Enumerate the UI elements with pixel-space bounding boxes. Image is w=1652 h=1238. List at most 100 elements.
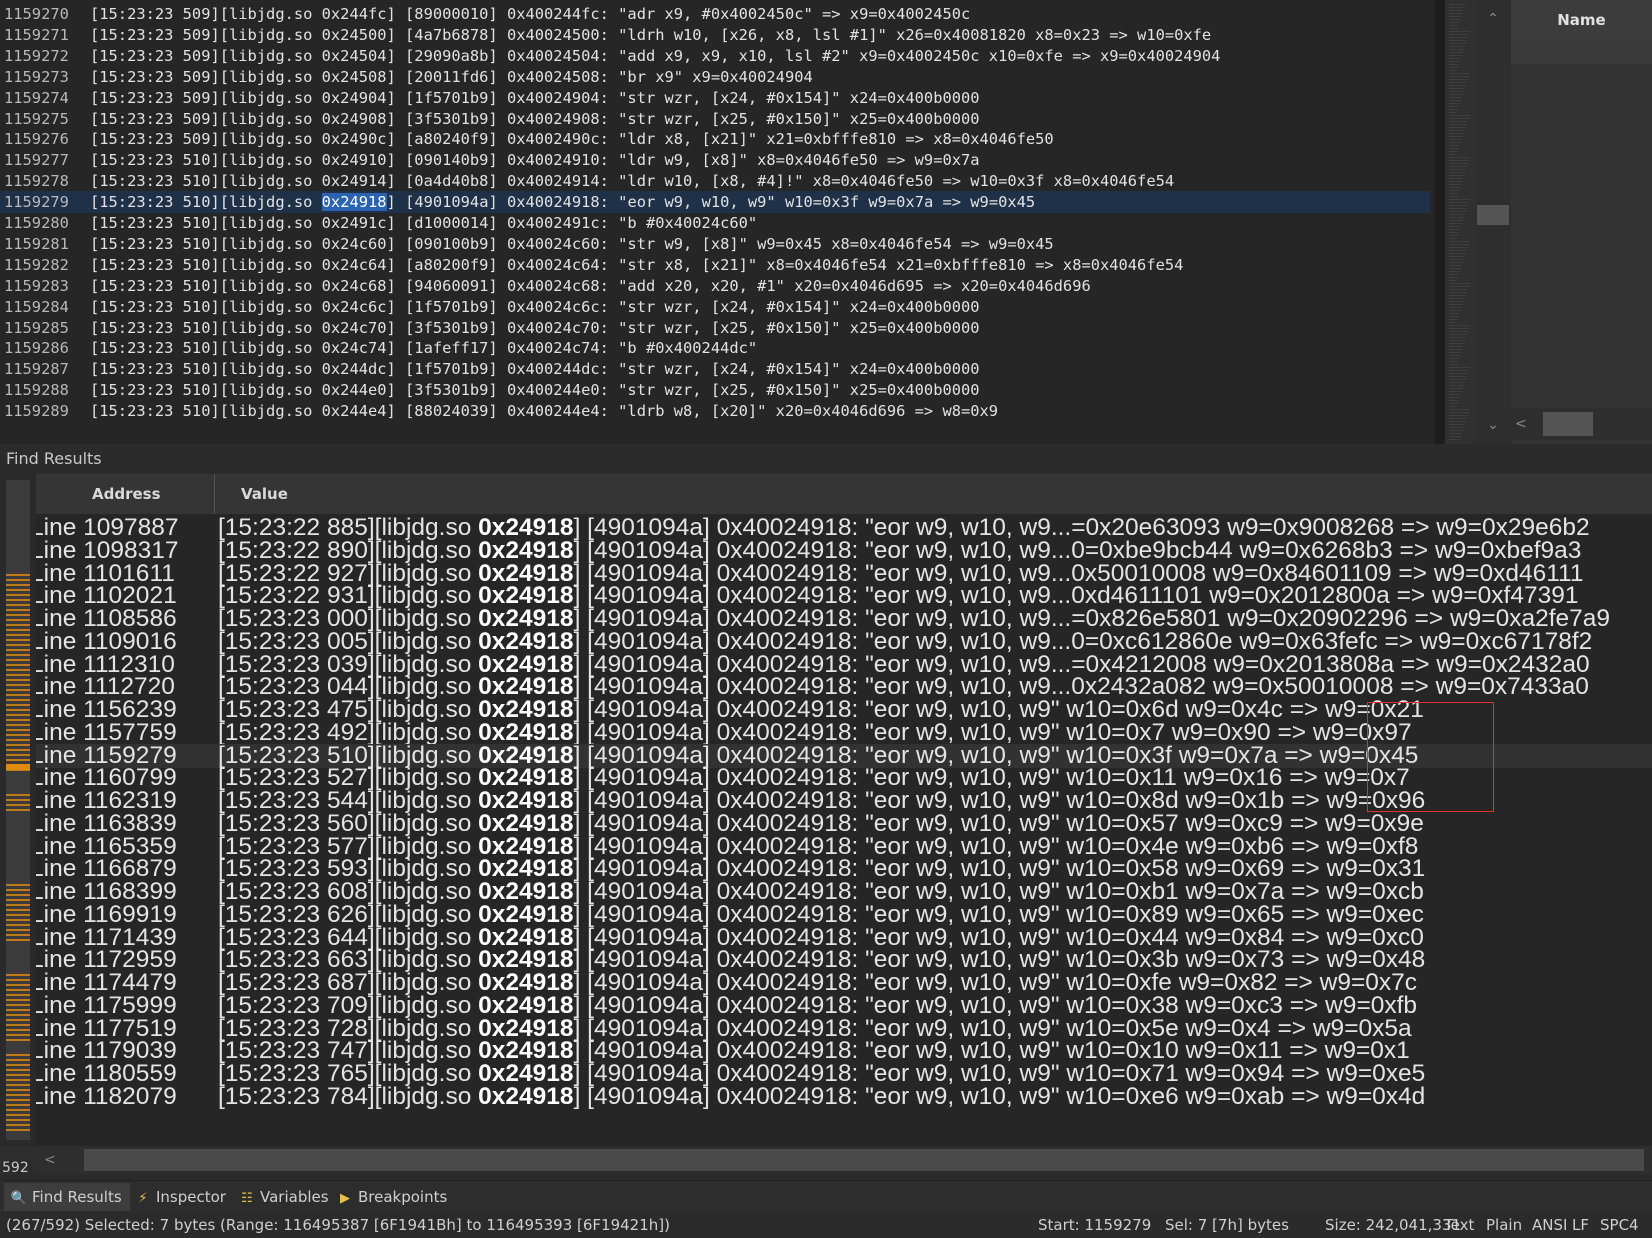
name-column-header[interactable]: Name [1511, 0, 1652, 41]
editor-line[interactable]: 1159282 [15:23:23 510][libjdg.so 0x24c64]… [0, 254, 1430, 276]
result-row[interactable]: Line 1160799 [15:23:23 527][libjdg.so 0x2… [36, 766, 1652, 790]
result-row[interactable]: Line 1112720 [15:23:23 044][libjdg.so 0x2… [36, 675, 1652, 699]
minimap-stripe [1449, 283, 1470, 284]
scrollbar-thumb[interactable] [84, 1149, 1644, 1171]
result-value: [15:23:23 608][libjdg.so 0x24918] [49010… [218, 880, 1424, 904]
line-text: [15:23:23 509][libjdg.so 0x24500] [4a7b6… [90, 25, 1212, 44]
minimap-stripe [1449, 103, 1460, 104]
scroll-down-icon[interactable]: ⌄ [1475, 410, 1511, 440]
editor-line[interactable]: 1159287 [15:23:23 510][libjdg.so 0x244dc]… [0, 358, 1430, 380]
minimap-stripe [1449, 139, 1462, 140]
editor-line[interactable]: 1159281 [15:23:23 510][libjdg.so 0x24c60]… [0, 233, 1430, 255]
result-row[interactable]: Line 1101611 [15:23:22 927][libjdg.so 0x2… [36, 562, 1652, 586]
scroll-up-icon[interactable]: ⌃ [1475, 4, 1511, 34]
result-value: [15:23:23 005][libjdg.so 0x24918] [49010… [218, 630, 1592, 654]
minimap-stripe [1449, 85, 1466, 86]
result-row[interactable]: Line 1180559 [15:23:23 765][libjdg.so 0x2… [36, 1062, 1652, 1086]
results-hscrollbar[interactable]: < [0, 1146, 1652, 1174]
hex-text-editor[interactable]: 1159270 [15:23:23 509][libjdg.so 0x244fc]… [0, 0, 1445, 444]
line-text: [15:23:23 510][libjdg.so 0x24914] [0a4d4… [90, 172, 1175, 191]
editor-line[interactable]: 1159279 [15:23:23 510][libjdg.so 0x24918]… [0, 191, 1430, 214]
results-overview-gutter[interactable] [0, 474, 36, 1146]
scroll-left-icon[interactable]: < [1515, 408, 1535, 440]
value-suffix: ] [4901094a] 0x40024918: "eor w9, w10, w… [573, 834, 1419, 859]
result-row[interactable]: Line 1112310 [15:23:23 039][libjdg.so 0x2… [36, 653, 1652, 677]
result-row[interactable]: Line 1166879 [15:23:23 593][libjdg.so 0x2… [36, 857, 1652, 881]
result-row[interactable]: Line 1162319 [15:23:23 544][libjdg.so 0x2… [36, 789, 1652, 813]
editor-splitter[interactable] [1435, 0, 1445, 444]
editor-line[interactable]: 1159280 [15:23:23 510][libjdg.so 0x2491c]… [0, 212, 1430, 234]
result-row[interactable]: Line 1171439 [15:23:23 644][libjdg.so 0x2… [36, 926, 1652, 950]
address-column-header[interactable]: Address [92, 474, 161, 514]
editor-line[interactable]: 1159283 [15:23:23 510][libjdg.so 0x24c68]… [0, 275, 1430, 297]
match-marker [6, 989, 30, 991]
scrollbar-thumb[interactable] [1543, 412, 1593, 436]
scrollbar-thumb[interactable] [1477, 205, 1509, 225]
result-row[interactable]: Line 1169919 [15:23:23 626][libjdg.so 0x2… [36, 903, 1652, 927]
result-row[interactable]: Line 1159279 [15:23:23 510][libjdg.so 0x2… [36, 743, 1652, 768]
match-marker [6, 634, 30, 636]
text-format[interactable]: Plain [1486, 1212, 1522, 1238]
editor-line[interactable]: 1159277 [15:23:23 510][libjdg.so 0x24910]… [0, 149, 1430, 171]
editor-line[interactable]: 1159284 [15:23:23 510][libjdg.so 0x24c6c]… [0, 296, 1430, 318]
result-row[interactable]: Line 1165359 [15:23:23 577][libjdg.so 0x2… [36, 835, 1652, 859]
minimap[interactable] [1445, 0, 1475, 444]
match-marker [6, 999, 30, 1001]
editor-line[interactable]: 1159276 [15:23:23 509][libjdg.so 0x2490c]… [0, 128, 1430, 150]
value-suffix: ] [4901094a] 0x40024918: "eor w9, w10, w… [573, 720, 1412, 745]
result-row[interactable]: Line 1175999 [15:23:23 709][libjdg.so 0x2… [36, 994, 1652, 1018]
name-panel-hscrollbar[interactable]: < [1511, 408, 1652, 440]
result-row[interactable]: Line 1179039 [15:23:23 747][libjdg.so 0x2… [36, 1039, 1652, 1063]
result-row[interactable]: Line 1168399 [15:23:23 608][libjdg.so 0x2… [36, 880, 1652, 904]
match-marker [6, 1014, 30, 1016]
scroll-left-icon[interactable]: < [44, 1146, 64, 1174]
editor-line[interactable]: 1159272 [15:23:23 509][libjdg.so 0x24504]… [0, 45, 1430, 67]
match-marker [6, 619, 30, 621]
editor-line[interactable]: 1159275 [15:23:23 509][libjdg.so 0x24908]… [0, 108, 1430, 130]
tab-variables[interactable]: ☷ Variables [232, 1183, 337, 1211]
tab-setting[interactable]: SPC4 [1600, 1212, 1639, 1238]
result-row[interactable]: Line 1098317 [15:23:22 890][libjdg.so 0x2… [36, 539, 1652, 563]
minimap-stripe [1449, 391, 1462, 392]
result-row[interactable]: Line 1177519 [15:23:23 728][libjdg.so 0x2… [36, 1017, 1652, 1041]
result-address: Line 1175999 [36, 993, 177, 1018]
view-mode[interactable]: Text [1444, 1212, 1474, 1238]
match-marker [6, 929, 30, 931]
result-row[interactable]: Line 1163839 [15:23:23 560][libjdg.so 0x2… [36, 812, 1652, 836]
tab-find-results[interactable]: 🔍 Find Results [4, 1183, 130, 1211]
line-ending[interactable]: LF [1572, 1212, 1589, 1238]
tab-inspector[interactable]: ⚡ Inspector [128, 1183, 234, 1211]
encoding[interactable]: ANSI [1532, 1212, 1567, 1238]
match-text: 0x24918 [478, 720, 574, 745]
value-column-header[interactable]: Value [241, 474, 288, 514]
result-row[interactable]: Line 1172959 [15:23:23 663][libjdg.so 0x2… [36, 948, 1652, 972]
result-row[interactable]: Line 1182079 [15:23:23 784][libjdg.so 0x2… [36, 1085, 1652, 1109]
value-suffix: ] [4901094a] 0x40024918: "eor w9, w10, w… [573, 857, 1426, 882]
editor-line[interactable]: 1159274 [15:23:23 509][libjdg.so 0x24904]… [0, 87, 1430, 109]
match-marker [6, 894, 30, 896]
editor-line[interactable]: 1159289 [15:23:23 510][libjdg.so 0x244e4]… [0, 400, 1430, 422]
minimap-stripe [1449, 334, 1467, 335]
editor-vertical-scrollbar[interactable]: ⌃ ⌄ [1475, 0, 1511, 444]
column-divider[interactable] [214, 474, 215, 514]
editor-line[interactable]: 1159288 [15:23:23 510][libjdg.so 0x244e0]… [0, 379, 1430, 401]
minimap-stripe [1449, 166, 1467, 167]
editor-line[interactable]: 1159278 [15:23:23 510][libjdg.so 0x24914]… [0, 170, 1430, 192]
result-row[interactable]: Line 1174479 [15:23:23 687][libjdg.so 0x2… [36, 971, 1652, 995]
minimap-stripe [1449, 4, 1465, 5]
editor-line[interactable]: 1159271 [15:23:23 509][libjdg.so 0x24500]… [0, 24, 1430, 46]
result-row[interactable]: Line 1108586 [15:23:23 000][libjdg.so 0x2… [36, 607, 1652, 631]
result-row[interactable]: Line 1157759 [15:23:23 492][libjdg.so 0x2… [36, 721, 1652, 745]
result-row[interactable]: Line 1109016 [15:23:23 005][libjdg.so 0x2… [36, 630, 1652, 654]
minimap-stripe [1449, 172, 1465, 173]
match-marker [6, 754, 30, 756]
editor-line[interactable]: 1159270 [15:23:23 509][libjdg.so 0x244fc]… [0, 3, 1430, 25]
editor-line[interactable]: 1159273 [15:23:23 509][libjdg.so 0x24508]… [0, 66, 1430, 88]
editor-line[interactable]: 1159285 [15:23:23 510][libjdg.so 0x24c70]… [0, 317, 1430, 339]
editor-line[interactable]: 1159286 [15:23:23 510][libjdg.so 0x24c74]… [0, 337, 1430, 359]
value-prefix: [15:23:23 510][libjdg.so [218, 743, 479, 768]
result-row[interactable]: Line 1102021 [15:23:22 931][libjdg.so 0x2… [36, 584, 1652, 608]
result-row[interactable]: Line 1097887 [15:23:22 885][libjdg.so 0x2… [36, 516, 1652, 540]
tab-breakpoints[interactable]: ▶ Breakpoints [330, 1183, 455, 1211]
result-row[interactable]: Line 1156239 [15:23:23 475][libjdg.so 0x2… [36, 698, 1652, 722]
